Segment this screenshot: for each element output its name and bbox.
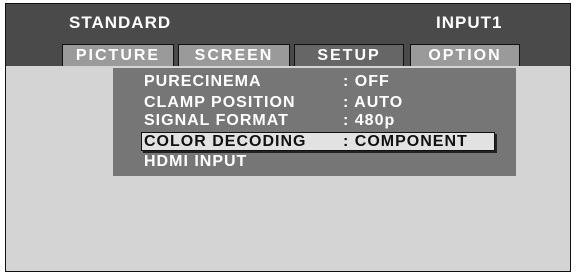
menu-item-label: HDMI INPUT (144, 153, 248, 170)
menu-item-label: COLOR DECODING (144, 133, 307, 150)
menu-item-label: SIGNAL FORMAT (144, 112, 289, 129)
menu-item-signal-format[interactable]: SIGNAL FORMAT : 480p (113, 111, 516, 130)
picture-mode-label: STANDARD (69, 13, 172, 32)
menu-item-value: : 480p (343, 112, 396, 129)
menu-item-purecinema[interactable]: PURECINEMA : OFF (113, 72, 516, 91)
tab-screen[interactable]: SCREEN (178, 44, 290, 66)
setup-menu: PURECINEMA : OFF CLAMP POSITION : AUTO S… (113, 68, 516, 176)
tab-setup[interactable]: SETUP (294, 44, 404, 66)
tab-screen-label: SCREEN (194, 47, 274, 64)
menu-item-color-decoding[interactable]: COLOR DECODING : COMPONENT (113, 132, 516, 151)
tab-picture-label: PICTURE (75, 47, 161, 64)
menu-item-value: : AUTO (343, 94, 404, 111)
tab-picture[interactable]: PICTURE (62, 44, 174, 66)
input-source-label: INPUT1 (436, 13, 503, 32)
osd-header: STANDARD INPUT1 PICTURE SCREEN SETUP OPT… (6, 4, 570, 66)
menu-item-clamp-position[interactable]: CLAMP POSITION : AUTO (113, 93, 516, 112)
osd-screen: STANDARD INPUT1 PICTURE SCREEN SETUP OPT… (5, 3, 571, 272)
tab-option[interactable]: OPTION (410, 44, 520, 66)
menu-item-label: PURECINEMA (144, 73, 262, 90)
menu-item-value: : OFF (343, 73, 390, 90)
tab-option-label: OPTION (428, 47, 502, 64)
menu-item-value: : COMPONENT (343, 133, 468, 150)
tab-setup-label: SETUP (317, 47, 381, 64)
menu-item-hdmi-input[interactable]: HDMI INPUT (113, 152, 516, 171)
menu-item-label: CLAMP POSITION (144, 94, 296, 111)
